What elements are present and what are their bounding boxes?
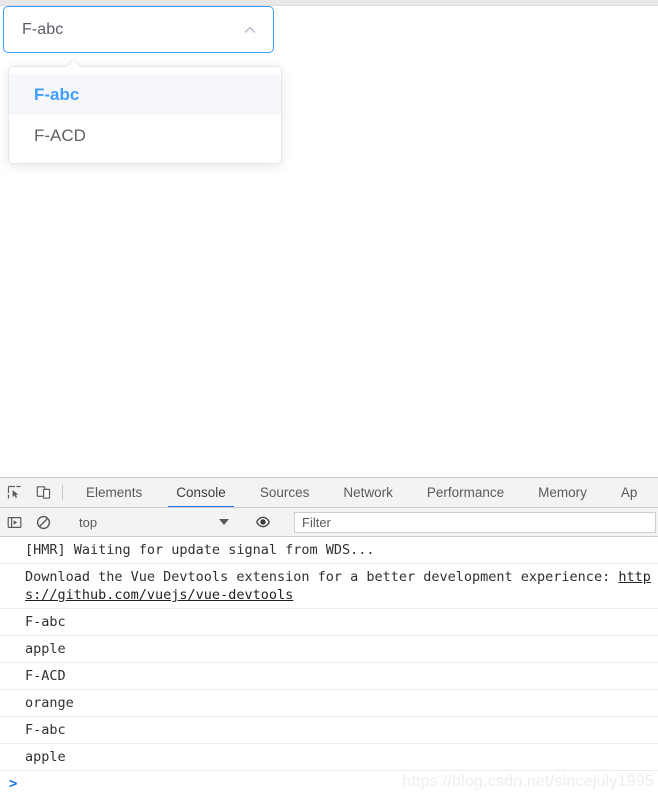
tab-elements[interactable]: Elements bbox=[69, 478, 159, 507]
clear-console-icon[interactable] bbox=[29, 515, 58, 530]
execution-context-select[interactable]: top bbox=[69, 508, 237, 536]
console-message-row: orange bbox=[0, 690, 658, 717]
select-option-f-acd[interactable]: F-ACD bbox=[9, 115, 281, 156]
console-message-row: F-ACD bbox=[0, 663, 658, 690]
console-message-row: [HMR] Waiting for update signal from WDS… bbox=[0, 537, 658, 564]
console-message-row: F-abc bbox=[0, 717, 658, 744]
console-sidebar-icon[interactable] bbox=[0, 515, 29, 530]
select-selected-value: F-abc bbox=[22, 20, 64, 38]
chevron-up-icon[interactable] bbox=[241, 21, 259, 39]
select-dropdown[interactable]: F-abc F-ACD bbox=[8, 66, 282, 164]
toolbar-divider bbox=[62, 485, 63, 500]
select-input[interactable]: F-abc bbox=[3, 6, 274, 53]
dropdown-arrow-icon bbox=[67, 60, 80, 67]
tab-application[interactable]: Ap bbox=[604, 478, 655, 507]
watermark: https://blog.csdn.net/sincejuly1995 bbox=[402, 773, 654, 790]
console-message-text: Download the Vue Devtools extension for … bbox=[25, 569, 619, 585]
prompt-chevron-icon: > bbox=[9, 776, 18, 792]
tab-console[interactable]: Console bbox=[159, 478, 243, 507]
select-option-f-abc[interactable]: F-abc bbox=[9, 74, 281, 115]
devtools-tabbar: Elements Console Sources Network Perform… bbox=[0, 478, 658, 508]
console-message-row: Download the Vue Devtools extension for … bbox=[0, 564, 658, 609]
inspect-element-icon[interactable] bbox=[0, 478, 29, 507]
chevron-down-icon bbox=[219, 519, 229, 525]
console-toolbar: top bbox=[0, 508, 658, 537]
tab-network[interactable]: Network bbox=[326, 478, 410, 507]
devtools-panel: Elements Console Sources Network Perform… bbox=[0, 477, 658, 797]
console-message-row: apple bbox=[0, 636, 658, 663]
console-output[interactable]: [HMR] Waiting for update signal from WDS… bbox=[0, 537, 658, 797]
live-expression-eye-icon[interactable] bbox=[248, 514, 277, 530]
console-message-row: apple bbox=[0, 744, 658, 771]
execution-context-label: top bbox=[79, 514, 98, 530]
console-filter-input[interactable] bbox=[294, 511, 656, 533]
tab-sources[interactable]: Sources bbox=[243, 478, 327, 507]
select-component[interactable]: F-abc bbox=[3, 6, 274, 53]
page-viewport: F-abc F-abc F-ACD bbox=[0, 6, 658, 477]
console-message-row: F-abc bbox=[0, 609, 658, 636]
device-toolbar-icon[interactable] bbox=[29, 478, 58, 507]
tab-performance[interactable]: Performance bbox=[410, 478, 521, 507]
tab-memory[interactable]: Memory bbox=[521, 478, 604, 507]
